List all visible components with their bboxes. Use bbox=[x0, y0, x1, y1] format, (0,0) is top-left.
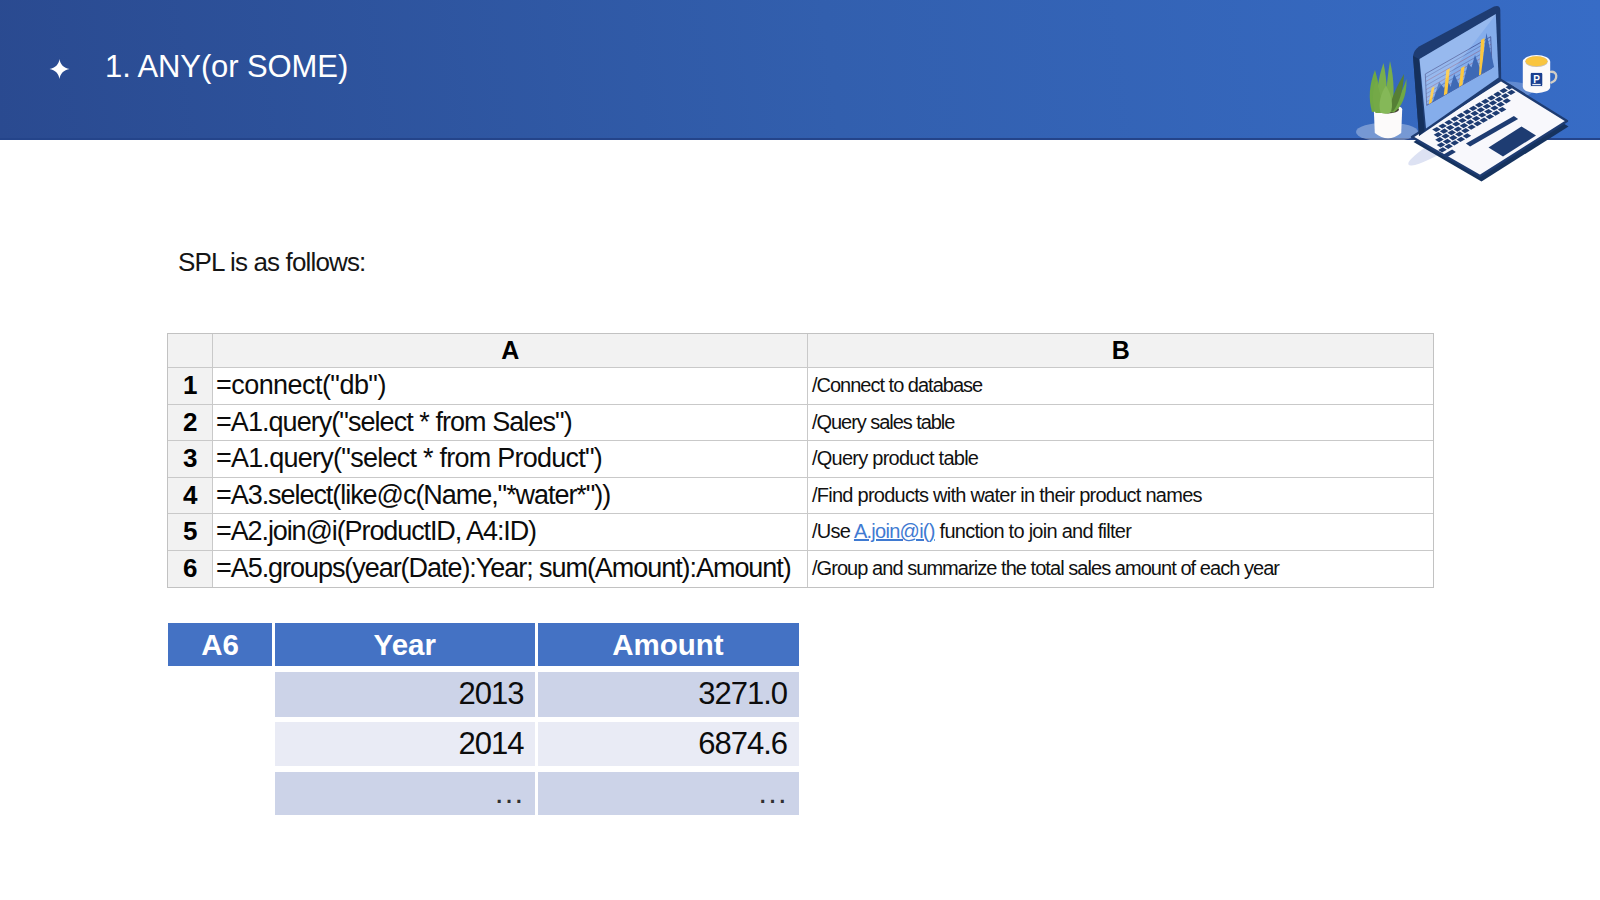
svg-text:P: P bbox=[1533, 74, 1540, 85]
